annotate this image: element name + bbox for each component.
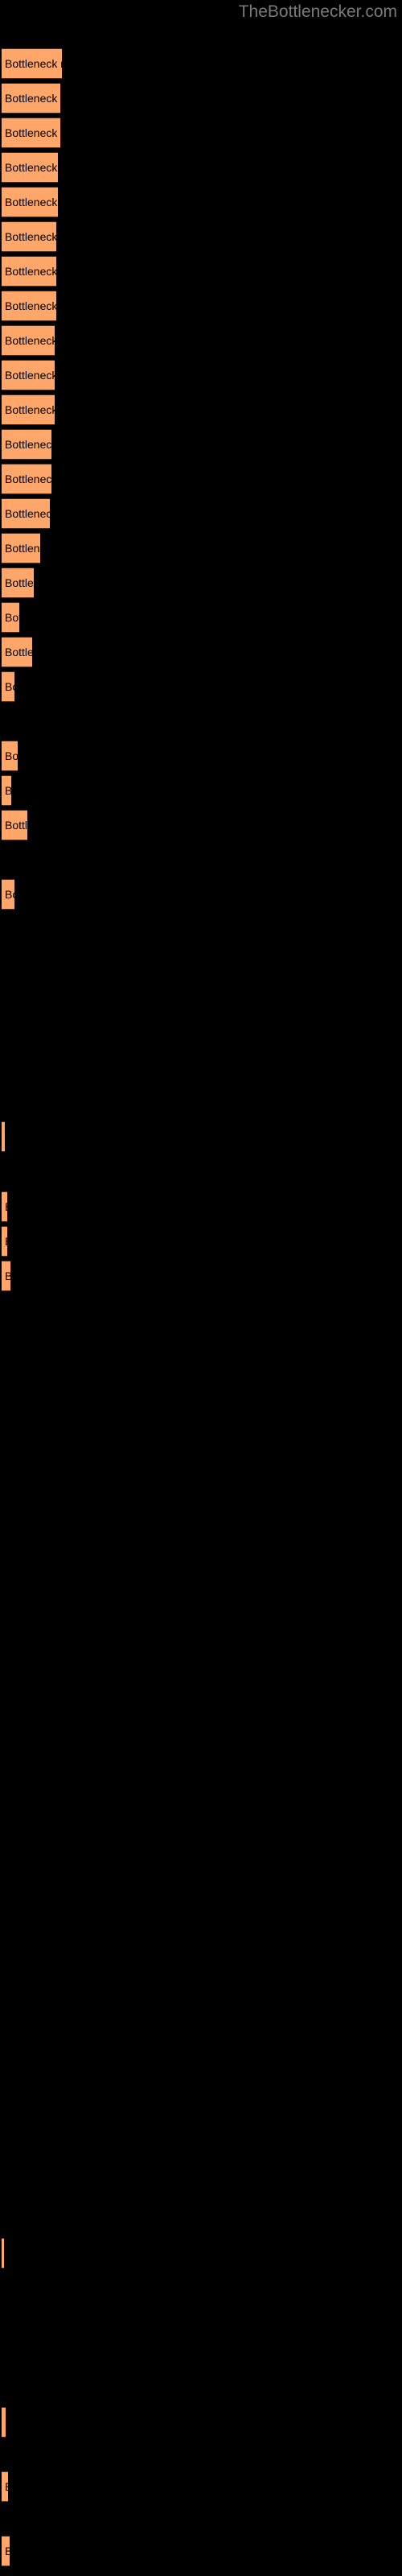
bar-label: Bottleneck result [5, 784, 11, 797]
bar-8[interactable]: Bottleneck result [2, 291, 56, 321]
bar-9[interactable]: Bottleneck result [2, 325, 55, 356]
bar-16[interactable]: Bottleneck result [2, 568, 34, 598]
bar-label: Bottleneck result [5, 1235, 7, 1248]
bar-13[interactable]: Bottleneck result [2, 464, 51, 494]
bar-6[interactable]: Bottleneck result [2, 221, 56, 252]
bar-12[interactable]: Bottleneck result [2, 429, 51, 460]
bar-2[interactable]: Bottleneck result [2, 83, 60, 114]
bar-label: Bottleneck result [5, 92, 60, 105]
bottleneck-bar-chart: TheBottlenecker.com Bottleneck result Bot… [0, 0, 402, 2576]
bar-label: Bottleneck result [5, 334, 55, 347]
bar-label: Bottleneck result [5, 126, 60, 139]
bar-label: Bottleneck result [5, 646, 32, 658]
bar-7[interactable]: Bottleneck result [2, 256, 56, 287]
bar-label: Bottleneck result [5, 2480, 8, 2493]
bar-18[interactable]: Bottleneck result [2, 637, 32, 667]
bar-21[interactable]: Bottleneck result [2, 775, 11, 806]
bar-30[interactable]: Bottleneck result [2, 2471, 8, 2502]
bar-14[interactable]: Bottleneck result [2, 498, 50, 529]
bar-label: Bottleneck result [5, 611, 19, 624]
bar-label: Bottleneck result [5, 403, 55, 416]
bar-11[interactable]: Bottleneck result [2, 394, 55, 425]
bar-label: Bottleneck result [5, 576, 34, 589]
bar-label: Bottleneck result [5, 2545, 10, 2557]
bar-label: Bottleneck result [5, 680, 14, 693]
bar-label: Bottleneck result [5, 299, 56, 312]
bar-label: Bottleneck result [5, 438, 51, 451]
bar-19[interactable]: Bottleneck result [2, 671, 14, 702]
bar-27[interactable]: Bottleneck result [2, 1261, 10, 1291]
bar-26[interactable]: Bottleneck result [2, 1226, 7, 1257]
bar-22[interactable]: Bottleneck result [2, 810, 27, 840]
bar-label: Bottleneck result [5, 888, 14, 901]
bar-label: Bottleneck result [5, 749, 18, 762]
bar-label: Bottleneck result [5, 507, 50, 520]
bar-10[interactable]: Bottleneck result [2, 360, 55, 390]
bar-label: Bottleneck result [5, 161, 58, 174]
bar-1[interactable]: Bottleneck result [2, 48, 62, 79]
bar-label: Bottleneck result [5, 265, 56, 278]
bar-5[interactable]: Bottleneck result [2, 187, 58, 217]
bar-label: Bottleneck result [5, 1269, 10, 1282]
bar-15[interactable]: Bottleneck result [2, 533, 40, 564]
bar-label: Bottleneck result [5, 473, 51, 485]
bar-label: Bottleneck result [5, 230, 56, 243]
bar-label: Bottleneck result [5, 1200, 7, 1213]
bar-label: Bottleneck result [5, 2416, 6, 2429]
bar-label: Bottleneck result [5, 542, 40, 555]
bar-label: Bottleneck result [5, 369, 55, 382]
bar-4[interactable]: Bottleneck result [2, 152, 58, 183]
bar-label: Bottleneck result [5, 819, 27, 832]
bar-31[interactable]: Bottleneck result [2, 2536, 10, 2566]
bar-3[interactable]: Bottleneck result [2, 118, 60, 148]
bar-20[interactable]: Bottleneck result [2, 741, 18, 771]
bar-24[interactable]: Bottleneck result [2, 1121, 5, 1152]
bar-label: Bottleneck result [5, 196, 58, 208]
bar-29[interactable]: Bottleneck result [2, 2407, 6, 2438]
bar-17[interactable]: Bottleneck result [2, 602, 19, 633]
bar-25[interactable]: Bottleneck result [2, 1191, 7, 1222]
site-watermark: TheBottlenecker.com [238, 2, 397, 21]
bar-23[interactable]: Bottleneck result [2, 879, 14, 910]
bar-label: Bottleneck result [5, 57, 62, 70]
bar-28[interactable]: Bottleneck result [2, 2238, 4, 2268]
